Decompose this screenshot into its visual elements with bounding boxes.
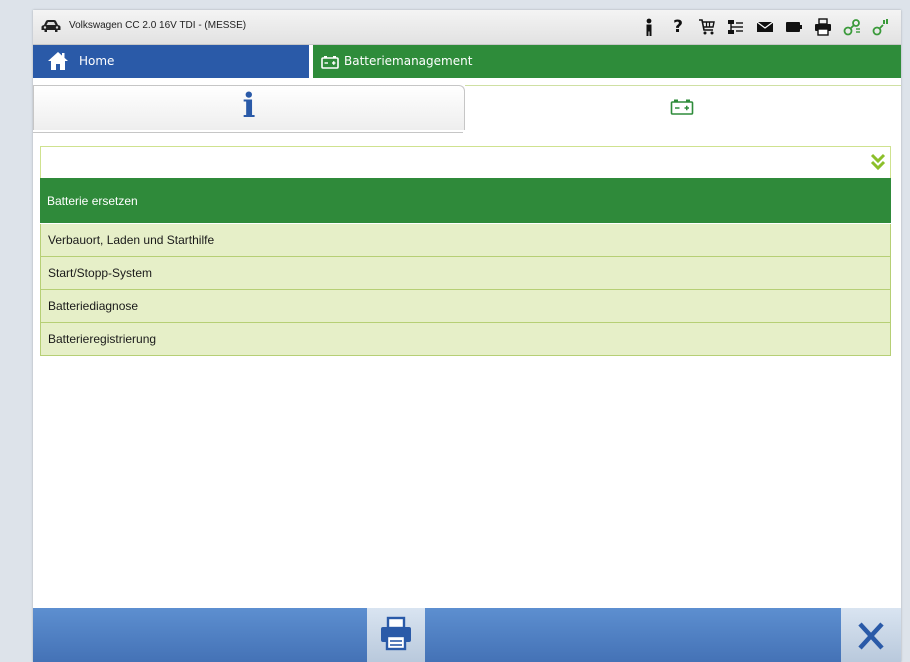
app-window: Volkswagen CC 2.0 16V TDI - (MESSE) ? Ho… (33, 10, 901, 662)
battery-status-icon[interactable] (784, 16, 804, 38)
print-button[interactable] (367, 608, 425, 662)
mail-icon[interactable] (755, 16, 775, 38)
list-item[interactable]: Batterieregistrierung (40, 323, 891, 356)
print-icon[interactable] (813, 16, 833, 38)
nav-battery-management[interactable]: Batteriemanagement (313, 45, 901, 78)
home-icon (48, 52, 68, 70)
printer-icon (381, 616, 411, 651)
procedure-list: Batterie ersetzen Verbauort, Laden und S… (40, 178, 891, 356)
nav-bar: Home Batteriemanagement (33, 45, 901, 78)
nav-home-label: Home (79, 54, 115, 68)
cart-icon[interactable] (697, 16, 717, 38)
title-bar: Volkswagen CC 2.0 16V TDI - (MESSE) ? (33, 10, 901, 45)
signal-icon[interactable] (871, 16, 891, 38)
close-icon (858, 622, 884, 650)
chevron-double-down-icon[interactable] (870, 153, 886, 171)
list-item[interactable]: Batteriediagnose (40, 290, 891, 323)
bottom-toolbar (33, 608, 901, 662)
battery-icon (670, 99, 694, 115)
close-button[interactable] (841, 608, 901, 662)
vehicle-title: Volkswagen CC 2.0 16V TDI - (MESSE) (69, 20, 247, 31)
tab-battery[interactable] (465, 85, 901, 132)
info-icon: i (242, 86, 256, 126)
tab-bar: i (33, 80, 901, 136)
battery-icon (321, 56, 339, 69)
list-item-selected[interactable]: Batterie ersetzen (40, 178, 891, 224)
car-icon (41, 20, 61, 32)
tab-info[interactable]: i (33, 85, 465, 130)
nav-home[interactable]: Home (33, 45, 309, 78)
network-icon[interactable] (726, 16, 746, 38)
help-icon[interactable]: ? (668, 16, 688, 38)
list-item[interactable]: Start/Stopp-System (40, 257, 891, 290)
connection-icon[interactable] (842, 16, 862, 38)
procedure-dropdown[interactable] (40, 146, 891, 180)
tab-divider (33, 132, 463, 133)
list-item[interactable]: Verbauort, Laden und Starthilfe (40, 224, 891, 257)
nav-battery-label: Batteriemanagement (344, 54, 473, 68)
status-icons: ? (630, 15, 891, 39)
person-icon[interactable] (639, 16, 659, 38)
